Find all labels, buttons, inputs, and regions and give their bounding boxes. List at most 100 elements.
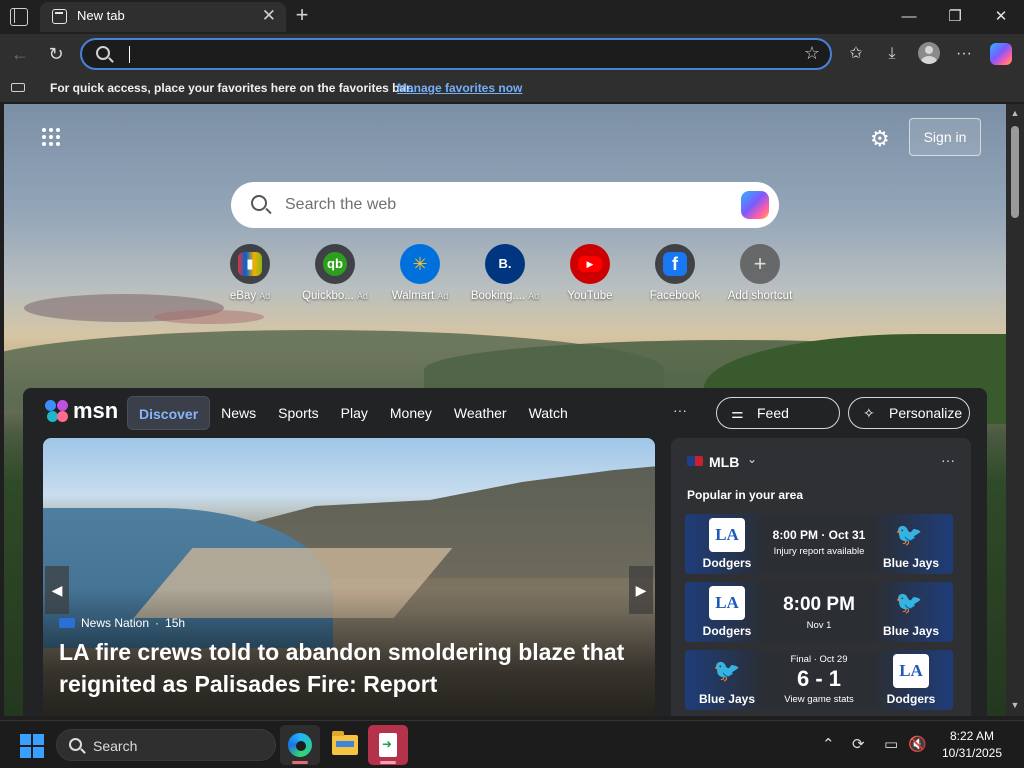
team-name: Blue Jays	[882, 556, 940, 570]
favorites-icon[interactable]: ✩	[844, 42, 868, 66]
network-icon[interactable]: ▭	[884, 735, 898, 753]
start-windows-icon[interactable]	[20, 734, 44, 758]
taskbar-file-explorer[interactable]	[324, 725, 364, 765]
page-scrollbar[interactable]: ▲ ▼	[1006, 104, 1024, 716]
restore-button[interactable]: ❐	[932, 4, 978, 30]
carousel-next-button[interactable]: ▶	[629, 566, 653, 614]
address-bar[interactable]: ☆	[80, 38, 832, 70]
tab-discover[interactable]: Discover	[127, 396, 211, 430]
taskbar-app-3[interactable]	[368, 725, 408, 765]
hero-article-card[interactable]: ◀ ▶ News Nation · 15h LA fire crews told…	[43, 438, 655, 716]
tab-title: New tab	[77, 8, 125, 23]
feed-layout-button[interactable]: ⚌ Feed layout	[716, 397, 840, 451]
booking-icon: B.	[498, 256, 512, 271]
shortcut-facebook[interactable]: f Facebook	[633, 244, 717, 302]
mlb-sports-card: MLB ⌄ ··· Popular in your area LA Dodger…	[671, 438, 971, 716]
shortcut-label: YouTube	[567, 290, 613, 302]
tab-sports[interactable]: Sports	[267, 396, 329, 430]
profile-avatar[interactable]	[918, 42, 940, 64]
shortcut-label: eBay	[229, 290, 257, 302]
game-card[interactable]: LA Dodgers 8:00 PM Nov 1 🐦 Blue Jays	[685, 582, 953, 642]
clock-date: 10/31/2025	[941, 746, 1003, 760]
league-title[interactable]: MLB	[709, 454, 739, 470]
sports-more-button[interactable]: ···	[941, 452, 955, 468]
game-card[interactable]: 🐦 Blue Jays Final · Oct 29 6 - 1 View ga…	[685, 650, 953, 710]
background-cloud	[154, 310, 264, 324]
tab-actions-icon[interactable]	[10, 8, 28, 26]
taskbar-search-box[interactable]: Search	[56, 729, 276, 761]
tab-watch[interactable]: Watch	[518, 396, 579, 430]
source-separator: ·	[155, 616, 160, 630]
ad-badge: Ad	[356, 291, 368, 301]
volume-icon[interactable]: 🔇	[908, 735, 927, 753]
tab-news[interactable]: News	[210, 396, 267, 430]
msn-brand: msn	[73, 398, 119, 423]
personalize-button[interactable]: ✧ Personalize	[848, 397, 970, 429]
mlb-logo-icon	[687, 456, 703, 466]
plus-icon: +	[753, 251, 767, 276]
close-window-button[interactable]: ✕	[978, 4, 1024, 30]
web-search-input[interactable]	[285, 194, 705, 216]
apps-launcher-icon[interactable]	[42, 128, 60, 146]
copilot-icon[interactable]	[990, 43, 1012, 65]
address-input[interactable]	[128, 43, 768, 65]
feed-more-button[interactable]: ···	[673, 402, 687, 418]
news-nation-logo-icon	[59, 618, 75, 628]
manage-favorites-link[interactable]: Manage favorites now	[397, 81, 522, 95]
search-icon	[96, 46, 110, 60]
show-hidden-icons-chevron-icon[interactable]: ⌃	[822, 735, 835, 753]
tab-weather[interactable]: Weather	[443, 396, 518, 430]
team-name: Blue Jays	[882, 624, 940, 638]
carousel-prev-button[interactable]: ◀	[45, 566, 69, 614]
new-tab-page: ⚙ Sign in ▮ eBayAd qb Quickbo...Ad ✳ Wal…	[4, 104, 1006, 716]
shortcut-booking[interactable]: B. Booking.... Ad	[463, 244, 547, 302]
game-card[interactable]: LA Dodgers 8:00 PM · Oct 31 Injury repor…	[685, 514, 953, 574]
add-favorite-star-icon[interactable]: ☆	[804, 43, 820, 64]
dodgers-logo-icon: LA	[709, 518, 745, 552]
downloads-icon[interactable]: ⤓	[880, 42, 904, 66]
blue-jays-logo-icon: 🐦	[895, 522, 923, 547]
chevron-down-icon[interactable]: ⌄	[747, 452, 757, 466]
search-icon	[69, 738, 82, 751]
folder-icon	[332, 731, 358, 755]
minimize-button[interactable]: —	[886, 4, 932, 30]
scroll-thumb[interactable]	[1011, 126, 1019, 218]
clock-time: 8:22 AM	[949, 729, 995, 743]
new-tab-button[interactable]: +	[290, 2, 314, 28]
dodgers-logo-icon: LA	[709, 586, 745, 620]
msn-logo[interactable]: msn	[45, 398, 133, 428]
close-tab-icon[interactable]: ✕	[262, 6, 276, 26]
back-button[interactable]: ←	[8, 42, 32, 66]
taskbar-edge[interactable]	[280, 725, 320, 765]
shortcut-ebay[interactable]: ▮ eBay Ad	[208, 244, 292, 302]
tab-new-tab[interactable]: New tab ✕	[40, 2, 286, 32]
ad-badge: Ad	[528, 291, 540, 301]
favorites-bar: For quick access, place your favorites h…	[0, 74, 1024, 102]
windows-taskbar: Search ⌃ ⟳ ▭ 🔇 8:22 AM 10/31/2025	[0, 720, 1024, 768]
search-icon	[251, 195, 267, 211]
tab-money[interactable]: Money	[379, 396, 443, 430]
add-shortcut-button[interactable]: + Add shortcut	[718, 244, 802, 302]
scroll-down-arrow-icon[interactable]: ▼	[1010, 700, 1020, 710]
blue-jays-logo-icon: 🐦	[895, 590, 923, 615]
scroll-up-arrow-icon[interactable]: ▲	[1010, 108, 1020, 118]
shortcut-label: Facebook	[649, 290, 701, 302]
youtube-icon: ▶	[578, 256, 602, 272]
tab-play[interactable]: Play	[330, 396, 379, 430]
shortcut-walmart[interactable]: ✳ Walmart Ad	[378, 244, 462, 302]
system-clock[interactable]: 8:22 AM 10/31/2025	[936, 728, 1008, 762]
page-settings-gear-icon[interactable]: ⚙	[870, 126, 890, 152]
sync-icon[interactable]: ⟳	[852, 735, 865, 753]
article-headline[interactable]: LA fire crews told to abandon smoldering…	[59, 636, 649, 700]
shortcut-youtube[interactable]: ▶ YouTube	[548, 244, 632, 302]
game-time: 8:00 PM	[783, 594, 855, 615]
sign-in-button[interactable]: Sign in	[909, 118, 981, 156]
shortcut-quickbooks[interactable]: qb Quickbo... Ad	[293, 244, 377, 302]
refresh-button[interactable]: ↻	[44, 42, 68, 66]
copilot-icon[interactable]	[741, 191, 769, 219]
settings-more-icon[interactable]: ···	[952, 42, 976, 66]
popular-heading: Popular in your area	[687, 488, 804, 502]
web-search-box[interactable]	[231, 182, 779, 228]
edge-icon	[288, 733, 312, 757]
ad-badge: Ad	[259, 291, 271, 301]
